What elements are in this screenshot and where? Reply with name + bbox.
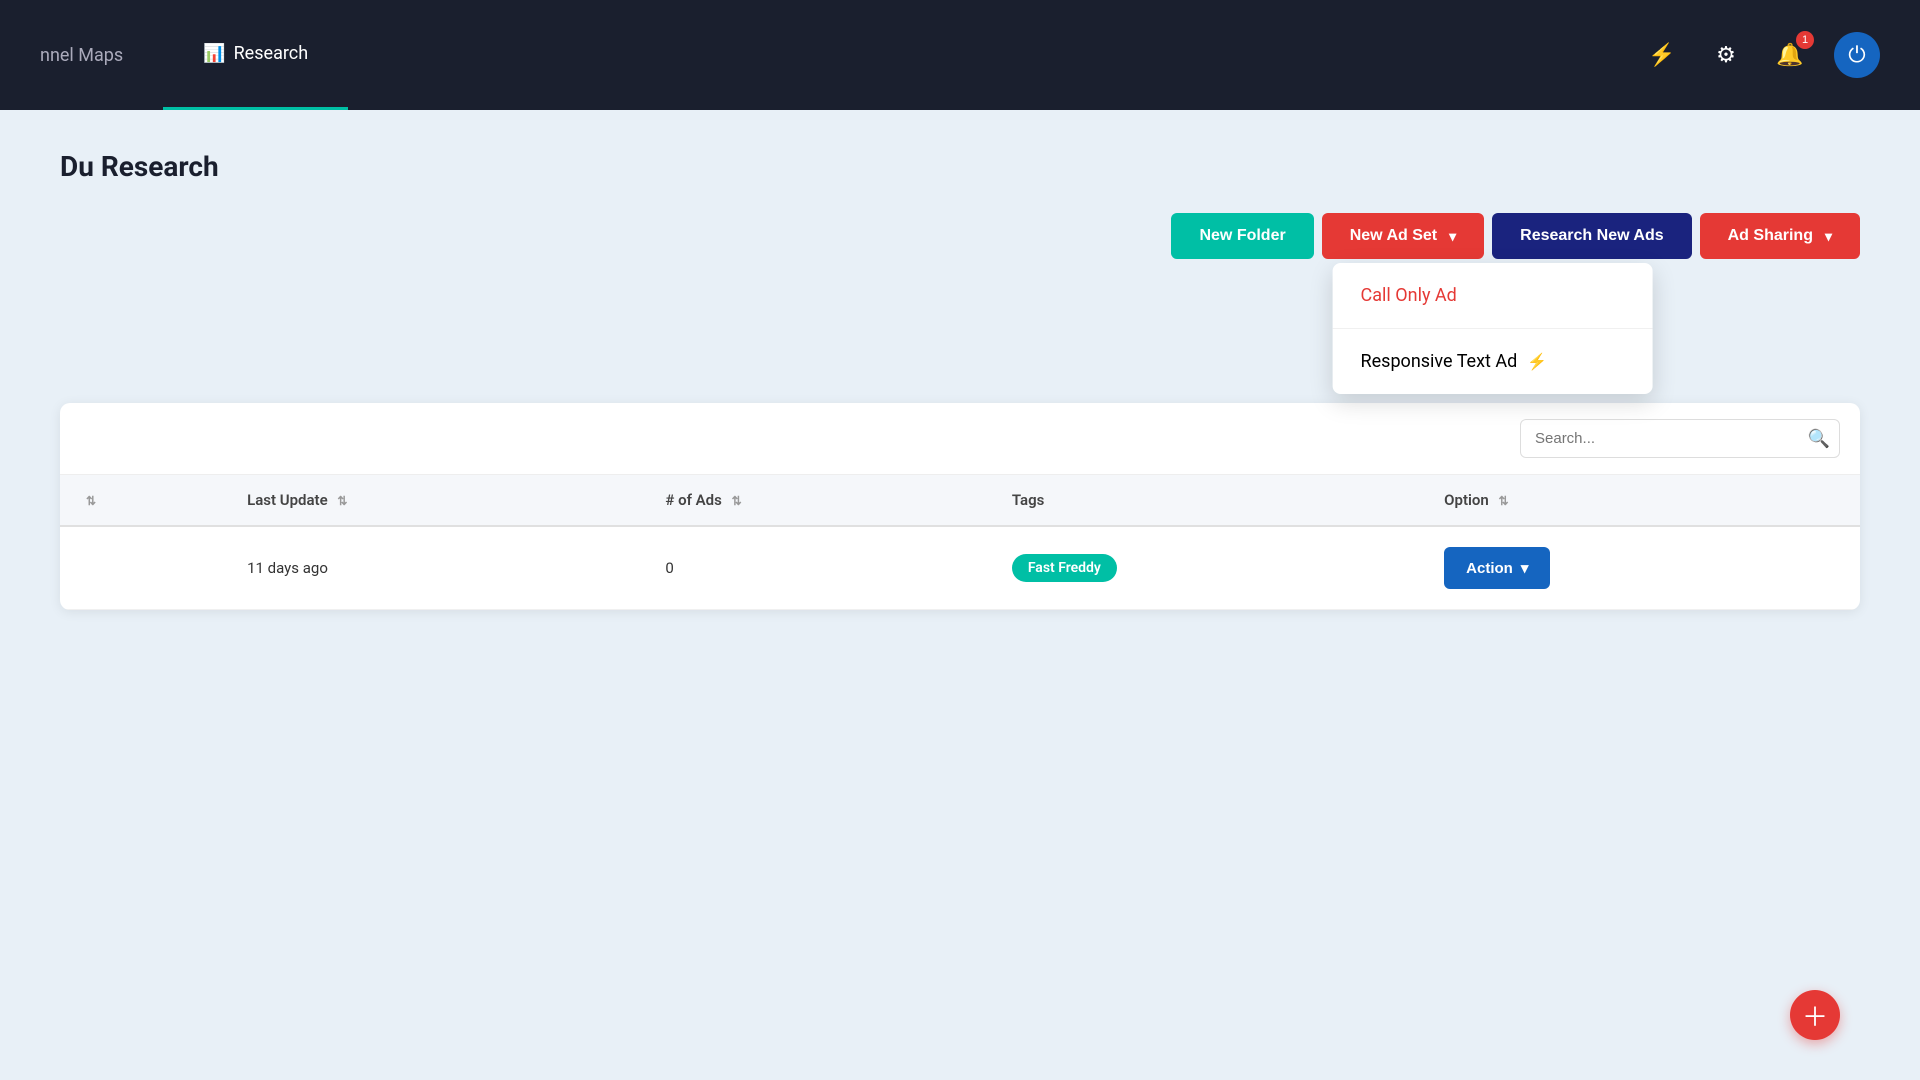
new-ad-set-wrapper: New Ad Set Call Only Ad Responsive Text … [1322, 213, 1484, 259]
row-num-ads: 0 [645, 526, 991, 610]
call-only-ad-item[interactable]: Call Only Ad [1333, 263, 1653, 329]
bolt-button[interactable]: ⚡ [1642, 35, 1682, 75]
ad-sharing-button[interactable]: Ad Sharing [1700, 213, 1860, 259]
action-button[interactable]: Action ▾ [1444, 547, 1550, 589]
ad-sharing-label: Ad Sharing [1728, 227, 1813, 245]
sidebar-item-funnel-maps[interactable]: nnel Maps [0, 0, 163, 110]
action-dropdown-icon: ▾ [1521, 559, 1529, 577]
search-input[interactable] [1520, 419, 1840, 458]
row-select [60, 526, 227, 610]
main-content: Du Research New Folder New Ad Set Call O… [0, 110, 1920, 650]
navbar: nnel Maps 📊 Research ⚡ ⚙ 🔔 1 ⏻ [0, 0, 1920, 110]
sort-icon: ⇅ [86, 494, 96, 508]
col-tags: Tags [992, 475, 1424, 526]
new-ad-set-label: New Ad Set [1350, 227, 1437, 245]
col-sort[interactable]: ⇅ [60, 475, 227, 526]
call-only-ad-label: Call Only Ad [1361, 285, 1457, 306]
notification-count: 1 [1796, 31, 1814, 49]
toolbar: New Folder New Ad Set Call Only Ad Respo… [1171, 213, 1860, 259]
research-new-ads-label: Research New Ads [1520, 227, 1663, 245]
option-sort-icon: ⇅ [1499, 494, 1509, 508]
gear-icon: ⚙ [1716, 42, 1736, 68]
research-new-ads-button[interactable]: Research New Ads [1492, 213, 1691, 259]
nav-left: nnel Maps 📊 Research [0, 0, 348, 110]
new-ad-set-button[interactable]: New Ad Set [1322, 213, 1484, 259]
bolt-icon-dropdown: ⚡ [1527, 352, 1547, 371]
power-icon: ⏻ [1848, 42, 1865, 68]
power-button[interactable]: ⏻ [1834, 32, 1880, 78]
search-icon: 🔍 [1808, 428, 1830, 448]
search-wrap: 🔍 [1520, 419, 1840, 458]
new-folder-button[interactable]: New Folder [1171, 213, 1313, 259]
ads-table: ⇅ Last Update ⇅ # of Ads ⇅ Tags Option [60, 475, 1860, 610]
bolt-icon: ⚡ [1648, 42, 1675, 68]
fab-button[interactable]: ＋ [1790, 990, 1840, 1040]
search-button[interactable]: 🔍 [1808, 428, 1830, 449]
page-header: Du Research [60, 150, 1860, 183]
col-last-update[interactable]: Last Update ⇅ [227, 475, 645, 526]
fab-icon: ＋ [1802, 997, 1828, 1034]
table-header-row: ⇅ Last Update ⇅ # of Ads ⇅ Tags Option [60, 475, 1860, 526]
col-option[interactable]: Option ⇅ [1424, 475, 1860, 526]
action-label: Action [1466, 560, 1513, 577]
row-last-update: 11 days ago [227, 526, 645, 610]
table-container: 🔍 ⇅ Last Update ⇅ # of Ads ⇅ [60, 403, 1860, 610]
responsive-text-ad-item[interactable]: Responsive Text Ad ⚡ [1333, 329, 1653, 394]
page-title: Du Research [60, 150, 219, 183]
tag-fast-freddy[interactable]: Fast Freddy [1012, 554, 1117, 582]
settings-button[interactable]: ⚙ [1706, 35, 1746, 75]
research-icon: 📊 [203, 43, 225, 64]
responsive-text-ad-label: Responsive Text Ad [1361, 351, 1518, 372]
toolbar-wrapper: New Folder New Ad Set Call Only Ad Respo… [60, 213, 1860, 283]
row-option: Action ▾ [1424, 526, 1860, 610]
col-num-ads[interactable]: # of Ads ⇅ [645, 475, 991, 526]
research-label: Research [234, 43, 309, 64]
sidebar-item-research[interactable]: 📊 Research [163, 0, 348, 110]
funnel-maps-label: nnel Maps [40, 45, 123, 66]
navbar-icons: ⚡ ⚙ 🔔 1 ⏻ [1642, 32, 1880, 78]
num-ads-sort-icon: ⇅ [732, 494, 742, 508]
row-tags: Fast Freddy [992, 526, 1424, 610]
notifications-button[interactable]: 🔔 1 [1770, 35, 1810, 75]
table-search-row: 🔍 [60, 403, 1860, 475]
new-folder-label: New Folder [1199, 227, 1285, 245]
new-ad-set-dropdown: Call Only Ad Responsive Text Ad ⚡ [1333, 263, 1653, 394]
table-row: 11 days ago 0 Fast Freddy Action ▾ [60, 526, 1860, 610]
last-update-sort-icon: ⇅ [337, 494, 347, 508]
